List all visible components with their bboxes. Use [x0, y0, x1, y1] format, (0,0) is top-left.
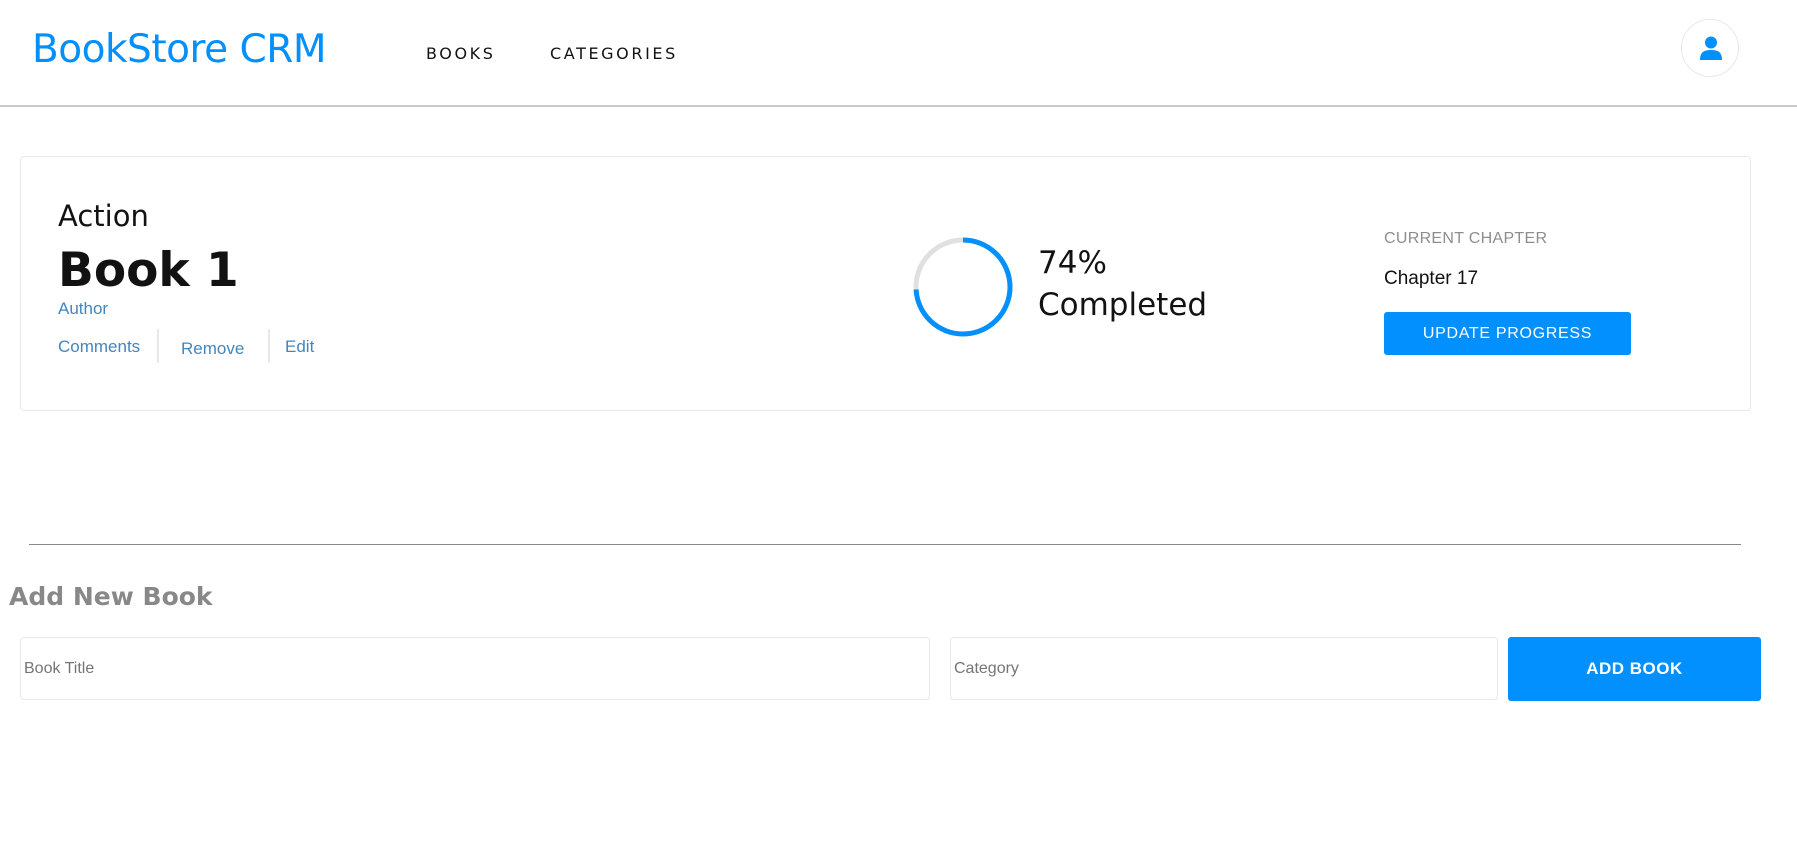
progress-percent: 74% — [1038, 245, 1107, 281]
user-icon — [1700, 36, 1722, 60]
remove-button[interactable]: Remove — [181, 339, 244, 359]
action-divider — [268, 329, 270, 363]
book-title-input[interactable] — [20, 637, 930, 700]
current-chapter-value: Chapter 17 — [1384, 268, 1479, 289]
update-progress-button[interactable]: UPDATE PROGRESS — [1384, 312, 1631, 355]
edit-button[interactable]: Edit — [285, 337, 314, 357]
nav-link-books[interactable]: BOOKS — [426, 44, 496, 63]
add-book-button[interactable]: ADD BOOK — [1508, 637, 1761, 701]
brand-logo[interactable]: BookStore CRM — [32, 27, 327, 72]
current-chapter-heading: CURRENT CHAPTER — [1384, 230, 1548, 247]
progress-ring — [913, 237, 1013, 337]
action-divider — [157, 329, 159, 363]
section-divider — [29, 544, 1741, 545]
book-category: Action — [58, 199, 149, 233]
add-book-heading: Add New Book — [9, 582, 213, 611]
book-card: Action Book 1 Author Comments Remove Edi… — [20, 156, 1751, 411]
user-avatar-button[interactable] — [1681, 19, 1739, 77]
book-author: Author — [58, 299, 109, 318]
top-navbar: BookStore CRM BOOKS CATEGORIES — [0, 0, 1797, 107]
comments-button[interactable]: Comments — [58, 337, 140, 357]
category-input[interactable] — [950, 637, 1498, 700]
progress-status: Completed — [1038, 287, 1208, 323]
book-title: Book 1 — [58, 243, 239, 298]
nav-link-categories[interactable]: CATEGORIES — [550, 44, 678, 63]
